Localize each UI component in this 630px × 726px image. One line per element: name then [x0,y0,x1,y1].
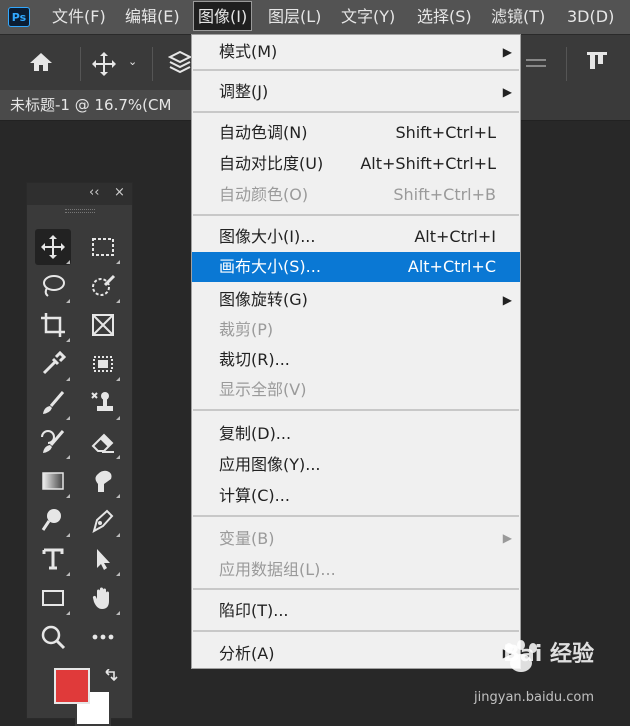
smudge-tool-icon[interactable] [85,463,121,499]
zoom-tool-icon[interactable] [35,619,71,655]
menu-item-trim[interactable]: 裁切(R)... [192,345,520,375]
marquee-tool-icon[interactable] [85,229,121,265]
menu-file[interactable]: 文件(F) [52,0,106,34]
menu-item-auto-tone[interactable]: 自动色调(N) Shift+Ctrl+L [192,117,520,148]
watermark-brand: Bai 经验 [503,642,594,667]
crop-tool-icon[interactable] [35,307,71,343]
tools-panel: ‹‹ × [26,182,133,726]
history-brush-tool-icon[interactable] [35,424,71,460]
menu-item-auto-contrast[interactable]: 自动对比度(U) Alt+Shift+Ctrl+L [192,148,520,179]
menu-item-mode[interactable]: 模式(M) ▶ [192,37,520,67]
menu-select[interactable]: 选择(S) [417,0,472,34]
menu-image[interactable]: 图像(I) [193,1,253,31]
rectangle-tool-icon[interactable] [35,580,71,616]
patch-tool-icon[interactable] [85,346,121,382]
home-icon[interactable] [28,51,54,77]
align-icon-2[interactable] [526,65,546,67]
close-icon[interactable]: × [114,185,125,200]
menu-item-reveal-all: 显示全部(V) [219,380,307,399]
submenu-arrow-icon: ▶ [502,531,512,545]
menu-item-image-rotation[interactable]: 图像旋转(G) ▶ [192,285,520,315]
stamp-tool-icon[interactable] [85,385,121,421]
gradient-tool-icon[interactable] [35,463,71,499]
document-tab[interactable]: 未标题-1 @ 16.7%(CM [0,90,210,120]
panel-grip[interactable] [65,209,95,213]
menu-3d[interactable]: 3D(D) [567,0,614,34]
menu-bar: Ps 文件(F) 编辑(E) 图像(I) 图层(L) 文字(Y) 选择(S) 滤… [0,0,630,34]
menu-filter[interactable]: 滤镜(T) [491,0,545,34]
image-menu-dropdown: 模式(M) ▶ 调整(J) ▶ 自动色调(N) Shift+Ctrl+L 自动对比度(… [191,34,521,669]
menu-item-apply-image[interactable]: 应用图像(Y)... [192,449,520,480]
menu-layer[interactable]: 图层(L) [268,0,321,34]
path-select-tool-icon[interactable] [85,541,121,577]
quick-select-tool-icon[interactable] [85,268,121,304]
menu-item-adjust[interactable]: 调整(J) ▶ [192,77,520,107]
menu-item-duplicate[interactable]: 复制(D)... [192,418,520,449]
type-tool-icon[interactable] [35,541,71,577]
menu-item-image-size[interactable]: 图像大小(I)... Alt+Ctrl+I [192,221,520,252]
submenu-arrow-icon: ▶ [502,85,512,99]
pen-tool-icon[interactable] [85,502,121,538]
chevron-down-icon[interactable]: ⌄ [128,55,137,68]
hand-tool-icon[interactable] [85,580,121,616]
frame-tool-icon[interactable] [85,307,121,343]
photoshop-logo: Ps [8,7,30,27]
eraser-tool-icon[interactable] [85,424,121,460]
align-top-icon[interactable] [586,51,608,79]
watermark-url: jingyan.baidu.com [474,690,594,705]
menu-item-trap[interactable]: 陷印(T)... [192,595,520,626]
submenu-arrow-icon: ▶ [502,293,512,307]
menu-item-analysis[interactable]: 分析(A) ▶ [192,638,520,669]
more-tools-icon[interactable] [85,619,121,655]
move-tool-icon[interactable] [35,229,71,265]
submenu-arrow-icon: ▶ [502,45,512,59]
lasso-tool-icon[interactable] [35,268,71,304]
foreground-color-swatch[interactable] [54,668,90,704]
swap-colors-icon[interactable] [103,668,119,689]
menu-item-variables: 变量(B) ▶ [192,523,520,554]
menu-item-canvas-size[interactable]: 画布大小(S)... Alt+Ctrl+C [192,252,520,282]
menu-item-crop: 裁剪(P) [219,320,274,339]
dodge-tool-icon[interactable] [35,502,71,538]
menu-item-calculations[interactable]: 计算(C)... [192,480,520,511]
tools-panel-header: ‹‹ × [27,183,132,205]
menu-edit[interactable]: 编辑(E) [125,0,180,34]
eyedropper-tool-icon[interactable] [35,346,71,382]
menu-item-apply-data-set: 应用数据组(L)... [219,560,336,579]
menu-type[interactable]: 文字(Y) [341,0,395,34]
move-options-icon[interactable] [91,51,117,81]
menu-item-auto-color: 自动颜色(O) Shift+Ctrl+B [219,185,496,204]
brush-tool-icon[interactable] [35,385,71,421]
layers-icon[interactable] [167,49,193,81]
align-icon[interactable] [526,59,546,61]
collapse-icon[interactable]: ‹‹ [89,185,99,200]
